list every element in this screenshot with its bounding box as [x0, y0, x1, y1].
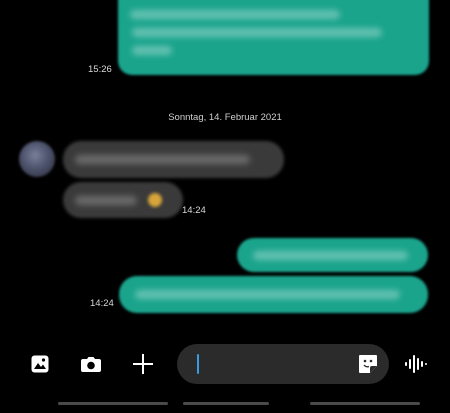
incoming-message-bubble[interactable] — [63, 182, 183, 218]
text-caret — [197, 354, 199, 374]
date-separator: Sonntag, 14. Februar 2021 — [168, 112, 282, 123]
voice-wave-icon[interactable] — [400, 348, 432, 380]
message-input-container[interactable] — [177, 344, 389, 384]
message-input[interactable] — [201, 344, 345, 384]
image-icon[interactable] — [24, 348, 56, 380]
camera-icon[interactable] — [75, 348, 107, 380]
emoji-icon — [148, 193, 162, 207]
message-timestamp: 14:24 — [182, 205, 206, 216]
message-timestamp: 14:24 — [90, 298, 114, 309]
message-timestamp: 15:26 — [88, 64, 112, 75]
nav-bar-segment[interactable] — [310, 402, 420, 405]
outgoing-message-bubble[interactable] — [119, 276, 428, 313]
outgoing-message-bubble[interactable] — [118, 0, 429, 75]
incoming-message-bubble[interactable] — [63, 141, 284, 178]
plus-icon[interactable] — [127, 348, 159, 380]
outgoing-message-bubble[interactable] — [237, 238, 428, 272]
nav-bar-segment[interactable] — [58, 402, 168, 405]
contact-avatar[interactable] — [19, 141, 55, 177]
nav-bar-segment[interactable] — [183, 402, 269, 405]
sticker-icon[interactable] — [357, 353, 379, 375]
